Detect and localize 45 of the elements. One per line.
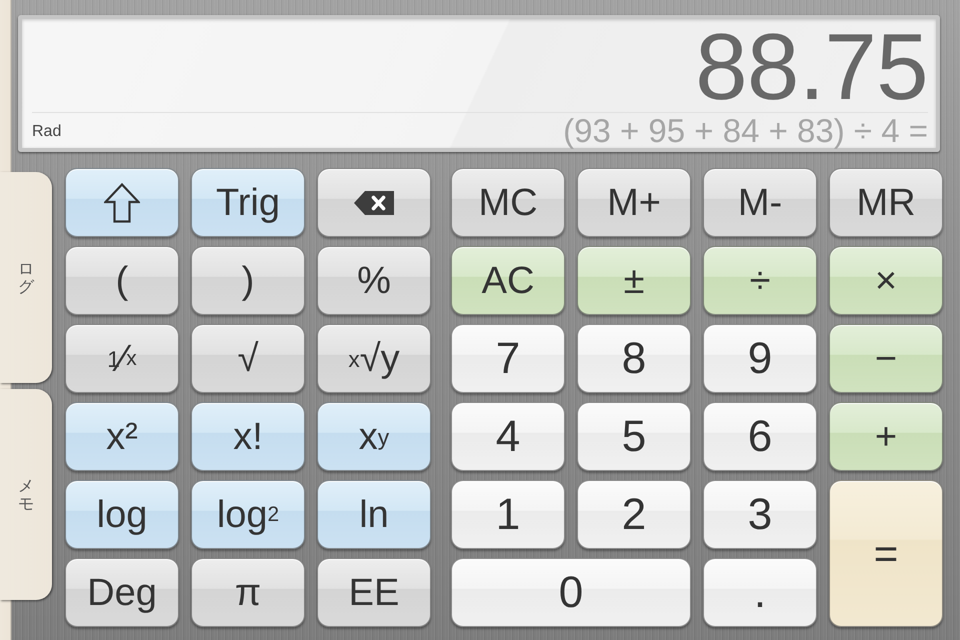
digit-key[interactable]: . [703, 558, 817, 627]
scientific-key[interactable]: x² [65, 402, 179, 471]
operator-key[interactable]: AC [451, 246, 565, 315]
function-key[interactable]: % [317, 246, 431, 315]
digit-key[interactable]: 8 [577, 324, 691, 393]
digit-key[interactable]: 3 [703, 480, 817, 549]
function-key[interactable]: √ [191, 324, 305, 393]
scientific-key[interactable]: ln [317, 480, 431, 549]
digit-key[interactable]: 4 [451, 402, 565, 471]
digit-key[interactable]: 5 [577, 402, 691, 471]
scientific-key[interactable]: x! [191, 402, 305, 471]
backspace-key[interactable] [317, 168, 431, 237]
function-key[interactable]: M+ [577, 168, 691, 237]
function-key[interactable]: MR [829, 168, 943, 237]
up-arrow-icon [104, 182, 140, 222]
digit-key[interactable]: 9 [703, 324, 817, 393]
side-tab[interactable]: ログ [0, 172, 52, 383]
scientific-key[interactable]: Trig [191, 168, 305, 237]
digit-key[interactable]: 2 [577, 480, 691, 549]
digit-key[interactable]: 6 [703, 402, 817, 471]
digit-key[interactable]: 1 [451, 480, 565, 549]
function-key[interactable]: M- [703, 168, 817, 237]
function-key[interactable]: ( [65, 246, 179, 315]
scientific-key[interactable]: log [65, 480, 179, 549]
function-key[interactable]: π [191, 558, 305, 627]
backspace-icon [354, 190, 394, 214]
shift-key[interactable] [65, 168, 179, 237]
operator-key[interactable]: × [829, 246, 943, 315]
scientific-key[interactable]: x$^{y}$ [317, 402, 431, 471]
function-key[interactable]: ) [191, 246, 305, 315]
digit-key[interactable]: 7 [451, 324, 565, 393]
function-key[interactable]: EE [317, 558, 431, 627]
operator-key[interactable]: ± [577, 246, 691, 315]
function-key[interactable]: MC [451, 168, 565, 237]
equals-key[interactable]: = [829, 480, 943, 627]
function-key[interactable]: Deg [65, 558, 179, 627]
side-tab[interactable]: メモ [0, 389, 52, 600]
operator-key[interactable]: + [829, 402, 943, 471]
operator-key[interactable]: ÷ [703, 246, 817, 315]
operator-key[interactable]: − [829, 324, 943, 393]
result-value: 88.75 [695, 19, 928, 112]
expression-text: (93 + 95 + 84 + 83) ÷ 4 = [563, 113, 928, 149]
digit-key[interactable]: 0 [451, 558, 691, 627]
angle-mode-label: Rad [32, 123, 62, 142]
function-key[interactable]: $^{x}$√y [317, 324, 431, 393]
